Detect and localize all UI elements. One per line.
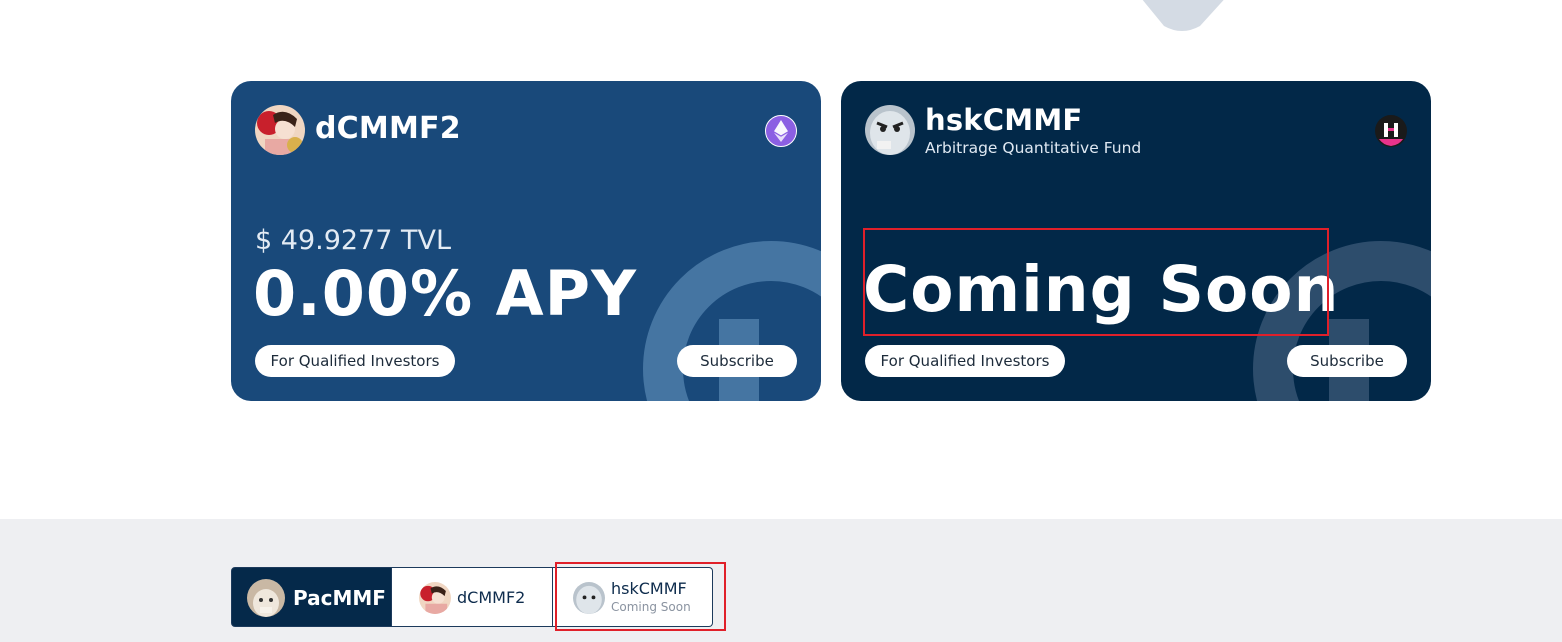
tab-dcmmf2[interactable]: dCMMF2 (392, 567, 553, 627)
fund-apy: 0.00% APY (253, 257, 637, 330)
fund-subtitle: Arbitrage Quantitative Fund (925, 139, 1142, 157)
page: dCMMF2 $ 49.9277 TVL 0.00% APY For Quali… (0, 0, 1562, 642)
subscribe-button[interactable]: Subscribe (677, 345, 797, 377)
fund-avatar (865, 105, 915, 155)
highlight-annotation-box (863, 228, 1329, 336)
fund-name: hskCMMF (925, 103, 1083, 137)
fund-name: dCMMF2 (315, 111, 461, 146)
fund-avatar (419, 582, 451, 614)
partial-logo-decoration (1142, 0, 1224, 31)
fund-card-dcmmf2[interactable]: dCMMF2 $ 49.9277 TVL 0.00% APY For Quali… (231, 81, 821, 401)
ethereum-icon (765, 115, 797, 147)
highlight-annotation-box (555, 562, 726, 631)
qualified-investors-badge: For Qualified Investors (865, 345, 1065, 377)
hashkey-icon (1375, 115, 1407, 147)
fund-avatar (247, 579, 285, 617)
tab-label: dCMMF2 (457, 588, 526, 607)
fund-avatar (255, 105, 305, 155)
qualified-investors-badge: For Qualified Investors (255, 345, 455, 377)
fund-card-hskcmmf[interactable]: hskCMMF Arbitrage Quantitative Fund Comi… (841, 81, 1431, 401)
tab-label: PacMMF (293, 586, 386, 610)
subscribe-button[interactable]: Subscribe (1287, 345, 1407, 377)
tab-pacmmf[interactable]: PacMMF (231, 567, 392, 627)
fund-tvl: $ 49.9277 TVL (255, 225, 452, 256)
